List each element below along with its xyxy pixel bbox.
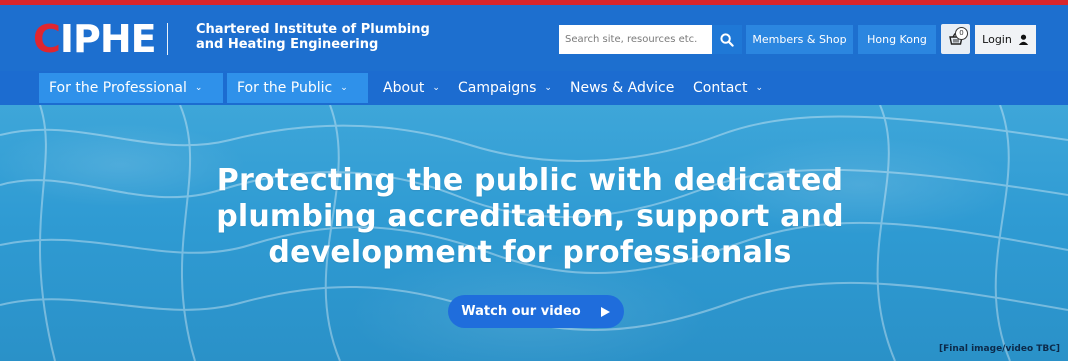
- play-icon: [600, 306, 610, 317]
- org-line-2: and Heating Engineering: [196, 37, 379, 52]
- nav-news-advice[interactable]: News & Advice: [560, 73, 684, 103]
- logo-wordmark: CIPHE: [33, 17, 157, 61]
- nav-label: Campaigns: [458, 80, 537, 96]
- hero-banner: Protecting the public with dedicated plu…: [0, 105, 1068, 361]
- organisation-name: Chartered Institute of Plumbing and Heat…: [196, 22, 430, 52]
- chevron-down-icon: ⌄: [432, 83, 440, 93]
- hero-headline: Protecting the public with dedicated plu…: [210, 163, 850, 271]
- nav-campaigns[interactable]: Campaigns ⌄: [448, 73, 562, 103]
- nav-contact[interactable]: Contact ⌄: [683, 73, 773, 103]
- chevron-down-icon: ⌄: [340, 83, 348, 93]
- chevron-down-icon: ⌄: [755, 83, 764, 93]
- user-icon: [1018, 34, 1029, 45]
- login-label: Login: [982, 33, 1012, 46]
- placeholder-note: [Final image/video TBC]: [939, 344, 1060, 354]
- nav-label: Contact: [693, 80, 748, 96]
- headline-line-1: Protecting the public with dedicated: [216, 163, 844, 198]
- chevron-down-icon: ⌄: [194, 83, 203, 93]
- logo-c: C: [33, 17, 61, 61]
- basket-count-badge: 0: [955, 27, 968, 40]
- site-header: CIPHE Chartered Institute of Plumbing an…: [0, 5, 1068, 71]
- headline-line-2: plumbing accreditation, support and: [216, 199, 844, 234]
- nav-label: About: [383, 80, 425, 96]
- nav-label: For the Professional: [49, 80, 187, 96]
- nav-for-the-professional[interactable]: For the Professional ⌄: [39, 73, 223, 103]
- nav-about[interactable]: About ⌄: [373, 73, 450, 103]
- login-button[interactable]: Login: [975, 25, 1036, 54]
- nav-label: News & Advice: [570, 80, 675, 96]
- search-icon: [720, 32, 734, 47]
- logo-divider: [167, 23, 168, 55]
- chevron-down-icon: ⌄: [544, 83, 552, 93]
- watch-video-label: Watch our video: [461, 304, 581, 319]
- org-line-1: Chartered Institute of Plumbing: [196, 22, 430, 37]
- search-input[interactable]: [559, 25, 712, 54]
- logo-rest: IPHE: [59, 17, 157, 61]
- headline-line-3: development for professionals: [268, 235, 792, 270]
- members-shop-button[interactable]: Members & Shop: [746, 25, 853, 54]
- search-button[interactable]: [712, 25, 742, 54]
- hong-kong-button[interactable]: Hong Kong: [858, 25, 936, 54]
- ciphe-logo[interactable]: CIPHE: [33, 19, 157, 59]
- watch-video-button[interactable]: Watch our video: [448, 295, 624, 328]
- nav-for-the-public[interactable]: For the Public ⌄: [227, 73, 368, 103]
- main-navigation: For the Professional ⌄ For the Public ⌄ …: [0, 71, 1068, 105]
- nav-label: For the Public: [237, 80, 333, 96]
- basket-button[interactable]: 0: [941, 24, 970, 54]
